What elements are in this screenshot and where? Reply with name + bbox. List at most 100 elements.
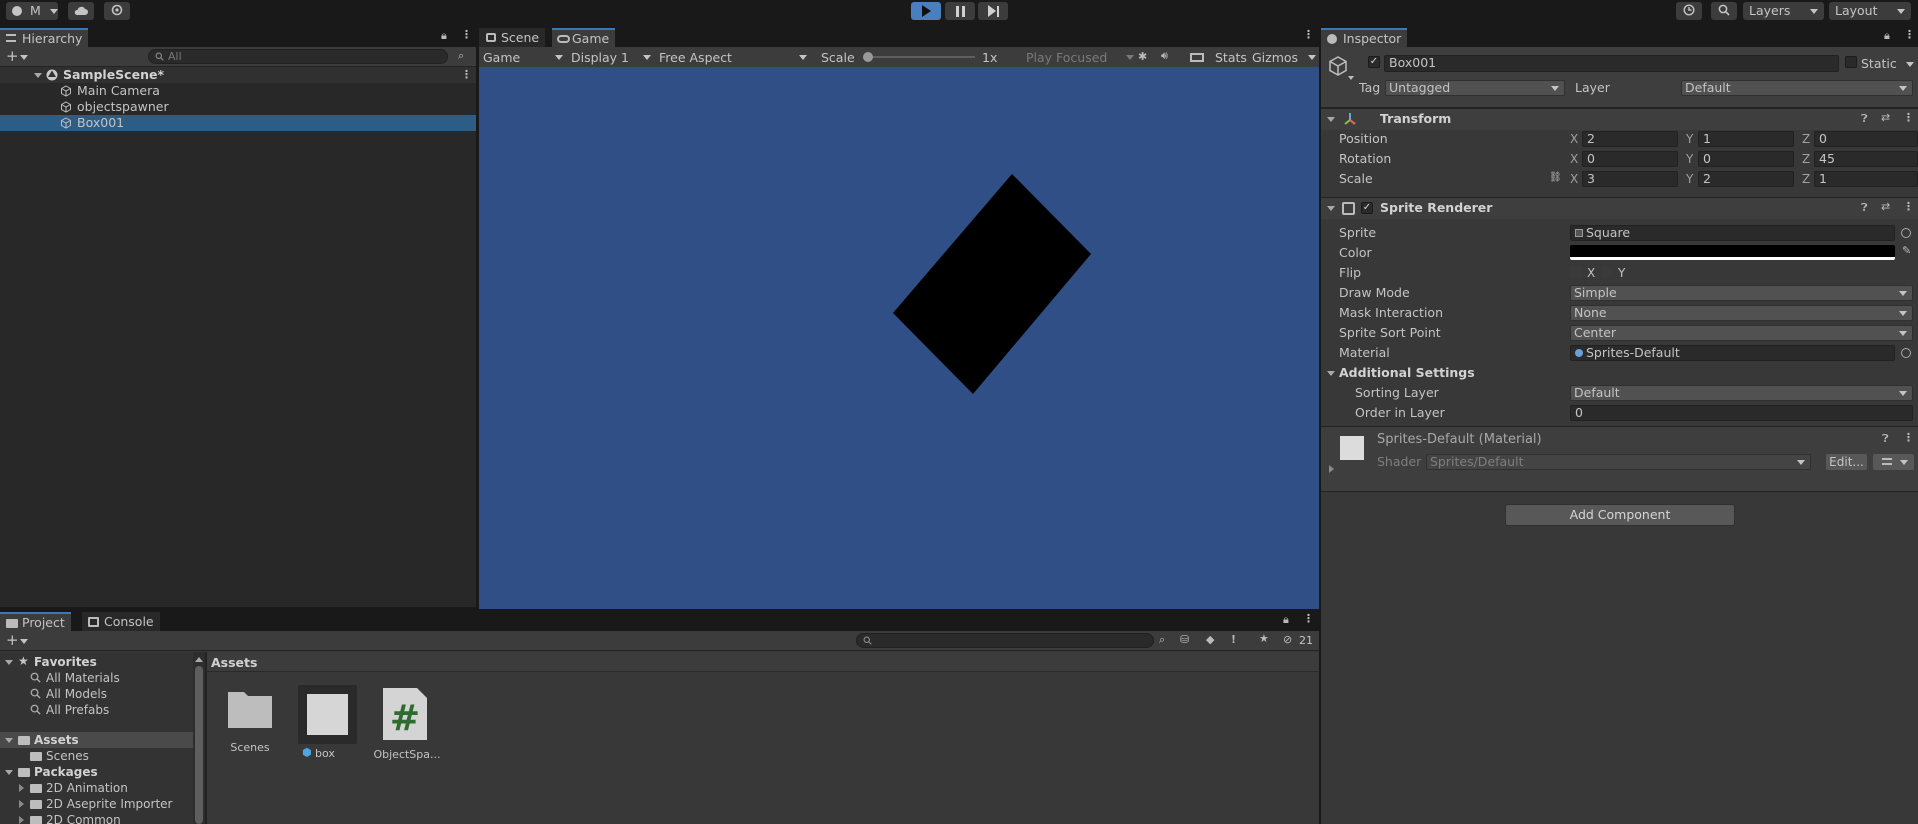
shader-options-button[interactable] bbox=[1873, 454, 1914, 470]
label-filter-icon[interactable]: ◆ bbox=[1206, 633, 1214, 646]
sort-point-dropdown[interactable]: Center bbox=[1570, 325, 1913, 341]
object-picker-icon[interactable] bbox=[1901, 228, 1911, 238]
scene-row[interactable]: SampleScene* ⋮ bbox=[0, 67, 476, 83]
hierarchy-item[interactable]: Main Camera bbox=[0, 83, 476, 99]
packages-folder[interactable]: Packages bbox=[0, 764, 193, 780]
history-button[interactable] bbox=[1676, 2, 1702, 20]
bug-icon[interactable]: ✱ bbox=[1138, 50, 1147, 63]
lock-icon[interactable]: 🔒︎ bbox=[1884, 29, 1890, 43]
more-icon[interactable]: ⋮ bbox=[1904, 28, 1915, 41]
chevron-down-icon[interactable] bbox=[1348, 76, 1354, 80]
position-x-field[interactable]: 2 bbox=[1582, 131, 1678, 147]
scale-x-axis-label[interactable]: X bbox=[1570, 171, 1578, 187]
play-button[interactable] bbox=[911, 2, 941, 20]
aspect-dropdown[interactable]: Free Aspect bbox=[659, 47, 811, 67]
chevron-down-icon[interactable] bbox=[5, 738, 13, 743]
chevron-down-icon[interactable] bbox=[1906, 62, 1914, 67]
hierarchy-item[interactable]: Box001 bbox=[0, 115, 476, 131]
preset-icon[interactable]: ⇄ bbox=[1881, 200, 1890, 213]
more-icon[interactable]: ⋮ bbox=[1303, 28, 1314, 41]
hidden-packages-icon[interactable]: ⊘ bbox=[1283, 633, 1292, 646]
tab-project[interactable]: Project bbox=[0, 612, 71, 631]
rotation-y-axis-label[interactable]: Y bbox=[1686, 151, 1693, 167]
play-focused-dropdown[interactable]: Play Focused bbox=[1026, 47, 1136, 67]
search-options-icon[interactable]: ⌕ bbox=[1159, 633, 1165, 647]
lock-icon[interactable]: 🔒︎ bbox=[1283, 613, 1289, 627]
more-icon[interactable]: ⋮ bbox=[1903, 431, 1914, 444]
collab-button[interactable] bbox=[104, 2, 130, 20]
shader-dropdown[interactable]: Sprites/Default bbox=[1426, 454, 1811, 470]
more-icon[interactable]: ⋮ bbox=[1903, 200, 1914, 213]
flip-x-checkbox[interactable] bbox=[1570, 266, 1582, 278]
eyedropper-icon[interactable]: ✎ bbox=[1902, 244, 1911, 257]
game-mode-dropdown[interactable]: Game bbox=[479, 47, 567, 67]
scale-x-field[interactable]: 3 bbox=[1582, 171, 1678, 187]
tree-scrollbar[interactable] bbox=[193, 652, 205, 824]
sorting-layer-dropdown[interactable]: Default bbox=[1570, 385, 1913, 401]
package-folder[interactable]: 2D Animation bbox=[0, 780, 193, 796]
static-checkbox[interactable] bbox=[1845, 56, 1857, 68]
position-x-axis-label[interactable]: X bbox=[1570, 131, 1578, 147]
rotation-y-field[interactable]: 0 bbox=[1698, 151, 1794, 167]
hierarchy-item[interactable]: objectspawner bbox=[0, 99, 476, 115]
sprite-renderer-enabled-checkbox[interactable]: ✓ bbox=[1361, 202, 1373, 214]
mask-interaction-dropdown[interactable]: None bbox=[1570, 305, 1913, 321]
tab-inspector[interactable]: Inspector bbox=[1321, 28, 1408, 47]
more-icon[interactable]: ⋮ bbox=[461, 68, 472, 81]
rotation-z-axis-label[interactable]: Z bbox=[1802, 151, 1810, 167]
layers-dropdown[interactable]: Layers bbox=[1743, 2, 1824, 20]
project-search-field[interactable] bbox=[856, 633, 1154, 648]
display-dropdown[interactable]: Display 1 bbox=[571, 47, 655, 67]
gizmos-button[interactable]: Gizmos bbox=[1252, 50, 1298, 65]
chevron-down-icon[interactable] bbox=[5, 660, 13, 665]
account-dropdown[interactable]: M bbox=[6, 2, 58, 20]
object-name-field[interactable]: Box001 bbox=[1384, 55, 1839, 72]
help-icon[interactable]: ❓︎ bbox=[1861, 201, 1868, 215]
add-component-button[interactable]: Add Component bbox=[1505, 504, 1735, 526]
help-icon[interactable]: ❓︎ bbox=[1861, 112, 1868, 126]
position-y-axis-label[interactable]: Y bbox=[1686, 131, 1693, 147]
step-button[interactable] bbox=[978, 2, 1008, 20]
lock-icon[interactable]: 🔒︎ bbox=[441, 29, 447, 43]
favorites-item[interactable]: All Prefabs bbox=[0, 702, 193, 718]
warning-filter-icon[interactable]: ❗︎ bbox=[1232, 633, 1235, 647]
favorites-item[interactable]: All Materials bbox=[0, 670, 193, 686]
rotation-x-axis-label[interactable]: X bbox=[1570, 151, 1578, 167]
chevron-down-icon[interactable] bbox=[5, 770, 13, 775]
more-icon[interactable]: ⋮ bbox=[1303, 612, 1314, 625]
more-icon[interactable]: ⋮ bbox=[461, 28, 472, 41]
constrain-proportions-icon[interactable]: ⛓ bbox=[1549, 172, 1562, 183]
cloud-button[interactable] bbox=[68, 2, 94, 20]
help-icon[interactable]: ❓︎ bbox=[1882, 432, 1889, 446]
tab-console[interactable]: Console bbox=[82, 612, 160, 631]
layer-dropdown[interactable]: Default bbox=[1681, 80, 1913, 96]
favorites-header[interactable]: ★ Favorites bbox=[0, 654, 193, 670]
tab-scene[interactable]: Scene bbox=[479, 28, 546, 47]
audio-icon[interactable]: 🔊︎ bbox=[1161, 49, 1168, 63]
transform-header[interactable]: Transform ❓︎ ⇄ ⋮ bbox=[1321, 108, 1918, 130]
add-icon[interactable]: + bbox=[6, 47, 19, 65]
scale-slider[interactable] bbox=[863, 52, 975, 62]
asset-item-box[interactable]: ⬢ box bbox=[296, 685, 357, 760]
tab-game[interactable]: Game bbox=[552, 28, 616, 47]
assets-child-folder[interactable]: Scenes bbox=[0, 748, 193, 764]
rotation-z-field[interactable]: 45 bbox=[1814, 151, 1918, 167]
type-filter-icon[interactable]: ⛁ bbox=[1180, 633, 1189, 646]
position-z-axis-label[interactable]: Z bbox=[1802, 131, 1810, 147]
tab-hierarchy[interactable]: Hierarchy bbox=[0, 28, 89, 47]
pause-button[interactable] bbox=[945, 2, 975, 20]
chevron-down-icon[interactable] bbox=[1327, 371, 1335, 376]
additional-settings-label[interactable]: Additional Settings bbox=[1339, 365, 1475, 381]
scale-z-axis-label[interactable]: Z bbox=[1802, 171, 1810, 187]
sprite-renderer-header[interactable]: ✓ Sprite Renderer ❓︎ ⇄ ⋮ bbox=[1321, 197, 1918, 219]
asset-item-scenes[interactable]: Scenes bbox=[220, 686, 280, 754]
draw-mode-dropdown[interactable]: Simple bbox=[1570, 285, 1913, 301]
object-picker-icon[interactable] bbox=[1901, 348, 1911, 358]
tag-dropdown[interactable]: Untagged bbox=[1385, 80, 1565, 96]
scale-y-field[interactable]: 2 bbox=[1698, 171, 1794, 187]
edit-shader-button[interactable]: Edit... bbox=[1826, 454, 1867, 470]
package-folder[interactable]: 2D Aseprite Importer bbox=[0, 796, 193, 812]
chevron-right-icon[interactable] bbox=[19, 784, 24, 792]
add-icon[interactable]: + bbox=[6, 631, 19, 649]
asset-item-objectspawner[interactable]: # ObjectSpa... bbox=[373, 686, 441, 761]
